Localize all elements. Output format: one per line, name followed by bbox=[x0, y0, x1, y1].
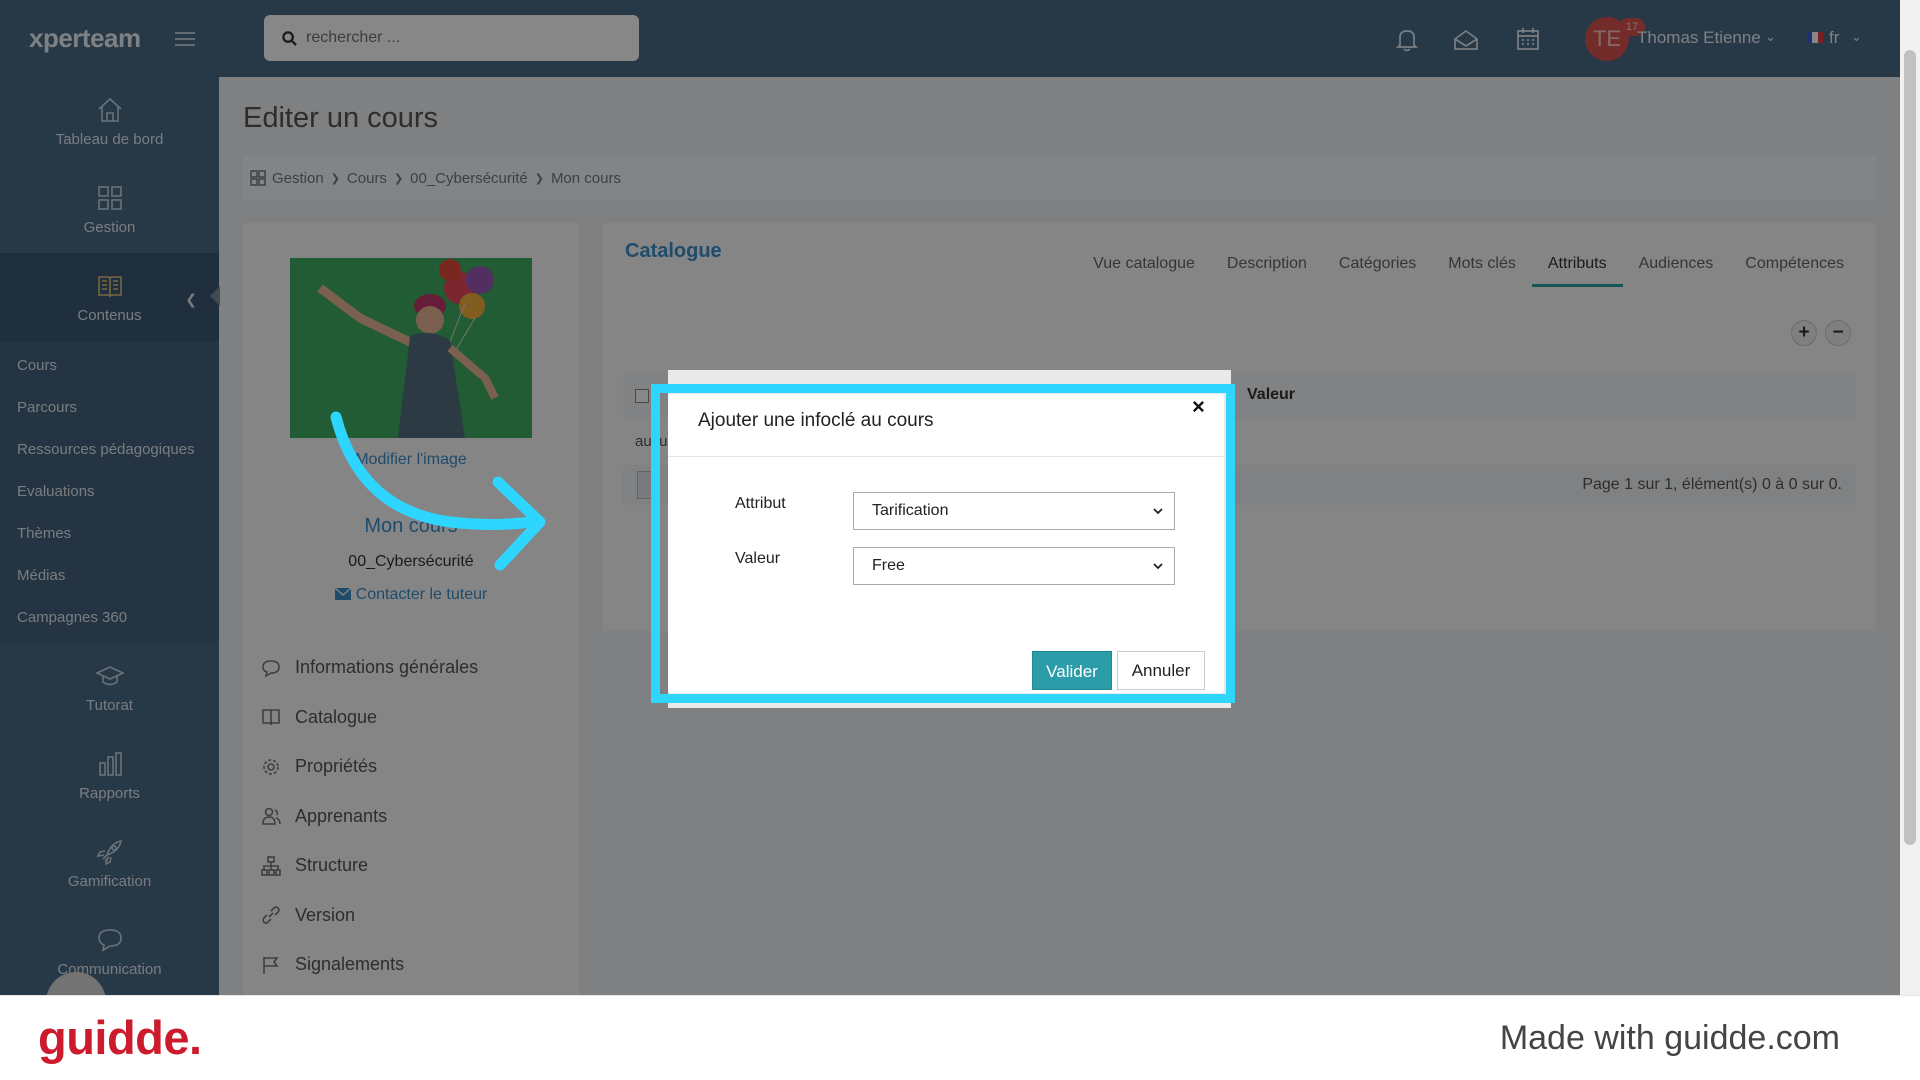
page-scrollbar[interactable] bbox=[1900, 0, 1920, 995]
guidde-logo: guidde. bbox=[38, 1011, 202, 1064]
scrollbar-thumb[interactable] bbox=[1904, 50, 1916, 845]
app-window: xperteam Tableau de bord Gestion Contenu… bbox=[0, 0, 1920, 995]
tutorial-highlight-box bbox=[651, 384, 1235, 703]
tutorial-arrow-icon bbox=[330, 411, 546, 571]
made-with-text: Made with guidde.com bbox=[1499, 1019, 1840, 1057]
